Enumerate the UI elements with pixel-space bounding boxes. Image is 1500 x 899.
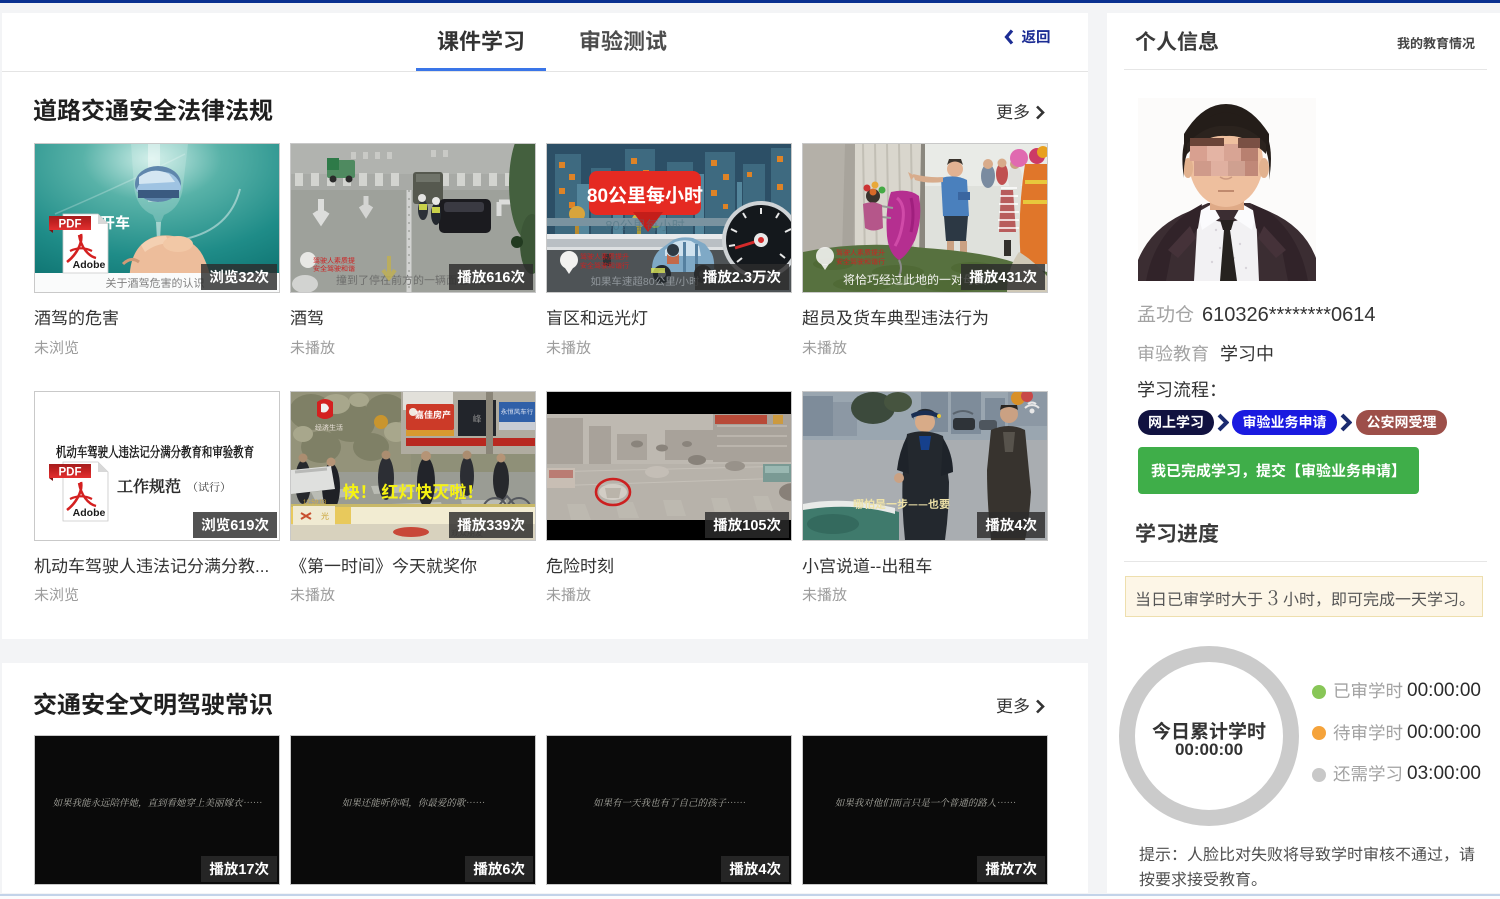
svg-text:80公里每小时: 80公里每小时 [587, 181, 703, 208]
svg-text:80公里每小时: 80公里每小时 [605, 215, 684, 234]
svg-text:安全驾驶和谐行: 安全驾驶和谐行 [580, 261, 629, 271]
svg-text:快！ 红灯快灭啦！: 快！ 红灯快灭啦！ [343, 478, 484, 503]
svg-text:如果我能永远陪伴她，直到看她穿上美丽嫁衣……: 如果我能永远陪伴她，直到看她穿上美丽嫁衣…… [52, 795, 262, 809]
svg-text:12:59:03: 12:59:03 [303, 497, 327, 506]
svg-text:关于酒驾危害的认识: 关于酒驾危害的认识 [106, 275, 205, 291]
svg-text:如果有一天我也有了自己的孩子……: 如果有一天我也有了自己的孩子…… [593, 795, 746, 809]
svg-text:如果我对他们而言只是一个普通的路人……: 如果我对他们而言只是一个普通的路人…… [835, 795, 1016, 809]
svg-text:机动车驾驶人违法记分满分教育和审验教育: 机动车驾驶人违法记分满分教育和审验教育 [56, 442, 254, 462]
svg-text:嘉佳房产: 嘉佳房产 [415, 408, 451, 421]
svg-text:Adobe: Adobe [73, 505, 106, 520]
svg-text:工作规范: 工作规范 [117, 474, 181, 497]
svg-text:PDF: PDF [59, 216, 82, 232]
svg-text:（试行）: （试行） [187, 479, 231, 495]
svg-text:PDF: PDF [59, 464, 82, 480]
svg-text:光: 光 [321, 511, 329, 522]
svg-text:经济生活: 经济生活 [315, 423, 343, 433]
svg-text:哪怕是一步——也要: 哪怕是一步——也要 [853, 496, 950, 512]
svg-text:峰: 峰 [472, 412, 481, 425]
svg-text:永恒风车行: 永恒风车行 [501, 406, 534, 416]
svg-text:如果还能听你唱，你最爱的歌……: 如果还能听你唱，你最爱的歌…… [342, 795, 485, 809]
svg-text:如果车速超80公里/小时: 如果车速超80公里/小时 [590, 274, 700, 289]
svg-text:安全驾驶和谐行: 安全驾驶和谐行 [836, 257, 885, 267]
svg-text:Adobe: Adobe [73, 257, 106, 272]
